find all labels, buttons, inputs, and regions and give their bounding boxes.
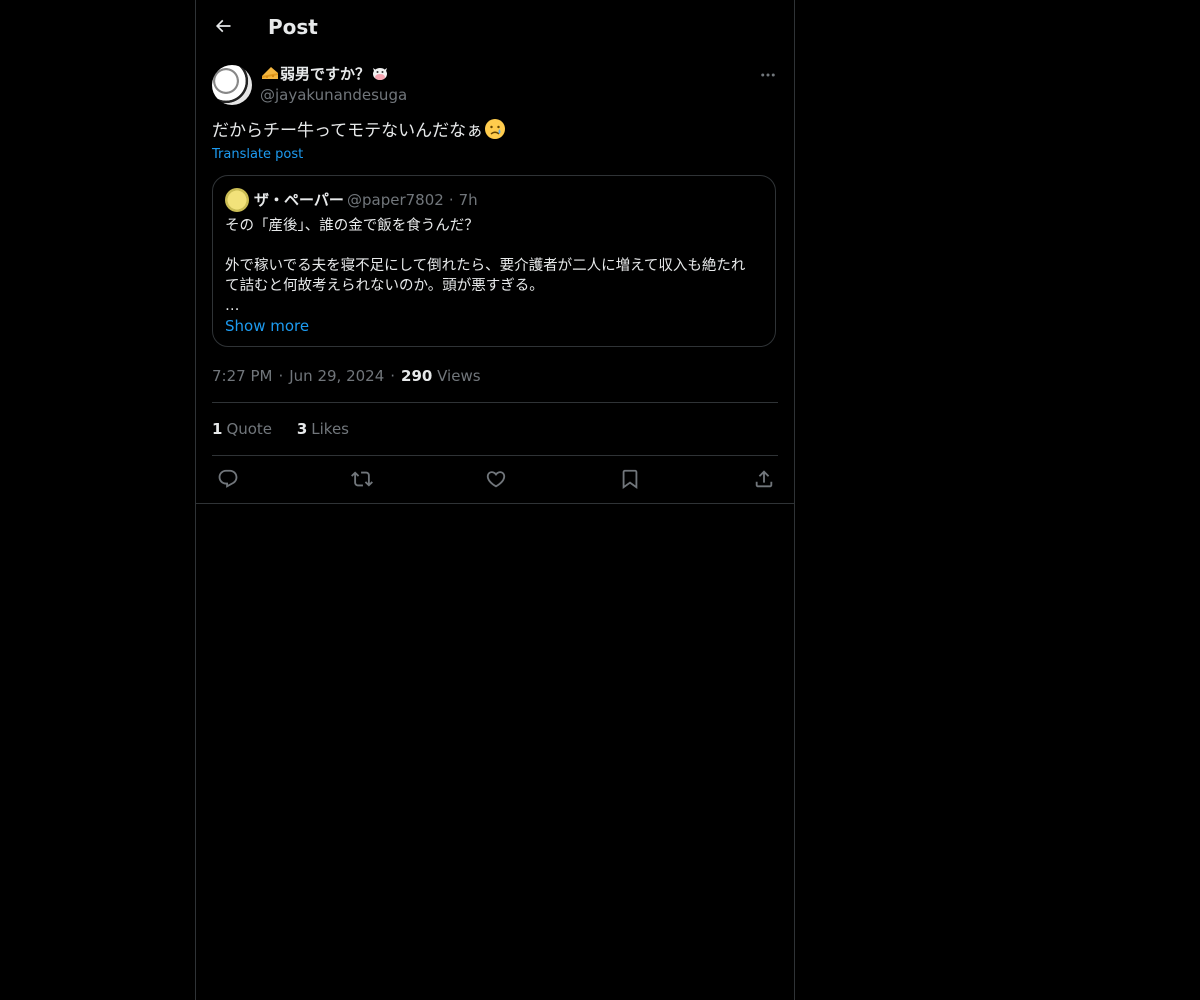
post-stats: 1 Quote 3 Likes (212, 419, 369, 439)
share-button[interactable] (753, 468, 775, 490)
main-column: Post 弱男ですか？ @jayakunandesuga だからチー牛ってモテな… (195, 0, 795, 1000)
views-count: 290 (401, 367, 433, 385)
post-date[interactable]: Jun 29, 2024 (289, 367, 384, 385)
more-options-button[interactable] (756, 64, 780, 86)
post-bottom-border (196, 503, 794, 504)
cheese-emoji-icon (261, 64, 279, 82)
quoted-post-meta: @paper7802 · 7h (347, 190, 478, 210)
post-actions-bar (196, 456, 794, 502)
meta-separator: · (390, 367, 396, 385)
post-text-body: だからチー牛ってモテないんだなぁ (212, 121, 484, 141)
quotes-count: 1 (212, 420, 223, 438)
likes-count: 3 (296, 420, 308, 438)
meta-separator: · (278, 367, 284, 385)
reply-button[interactable] (217, 468, 239, 490)
post-timestamp: 7:27 PM · Jun 29, 2024 · 290 Views (212, 366, 481, 386)
quoted-author-name: ザ・ペーパー (254, 191, 344, 209)
more-dots-icon (759, 66, 777, 84)
page-title: Post (268, 15, 318, 39)
quotes-label: Quote (226, 420, 273, 438)
like-button[interactable] (485, 468, 507, 490)
quotes-stat[interactable]: 1 Quote (212, 420, 272, 438)
author-display-name[interactable]: 弱男ですか？ (260, 64, 390, 84)
back-button[interactable] (210, 13, 236, 39)
post-text: だからチー牛ってモテないんだなぁ (212, 118, 507, 144)
views-label: Views (437, 367, 481, 385)
bookmark-button[interactable] (619, 468, 641, 490)
quoted-author-handle: @paper7802 (347, 191, 444, 209)
quoted-line-3: て詰むと何故考えられないのか。頭が悪すぎる。 (225, 278, 544, 294)
bookmark-icon (619, 468, 641, 490)
repost-icon (351, 468, 373, 490)
quoted-post-age: 7h (458, 191, 478, 209)
like-icon (485, 468, 507, 490)
likes-stat[interactable]: 3 Likes (297, 420, 349, 438)
meta-separator: · (448, 191, 454, 209)
crying-face-emoji-icon (484, 118, 506, 140)
quoted-post-body: その「産後」、誰の金で飯を食うんだ？ 外で稼いでる夫を寝不足にして倒れたら、要介… (225, 216, 767, 316)
post-time[interactable]: 7:27 PM (212, 367, 272, 385)
translate-post-link[interactable]: Translate post (212, 146, 303, 164)
quoted-author-avatar (225, 188, 249, 212)
quoted-post-card[interactable]: ザ・ペーパー @paper7802 · 7h その「産後」、誰の金で飯を食うんだ？ … (212, 175, 776, 347)
divider (212, 402, 778, 403)
author-name-text: 弱男ですか？ (280, 65, 371, 83)
cow-face-emoji-icon (371, 64, 389, 82)
quoted-line-1: その「産後」、誰の金で飯を食うんだ？ (225, 218, 479, 234)
likes-label: Likes (311, 420, 349, 438)
author-avatar[interactable] (212, 65, 252, 105)
repost-button[interactable] (351, 468, 373, 490)
reply-icon (217, 468, 239, 490)
author-handle[interactable]: @jayakunandesuga (260, 85, 407, 105)
show-more-link[interactable]: Show more (225, 316, 309, 336)
share-icon (753, 468, 775, 490)
quoted-line-2: 外で稼いでる夫を寝不足にして倒れたら、要介護者が二人に増えて収入も絶たれ (225, 258, 746, 274)
back-arrow-icon (213, 16, 233, 36)
page-header: Post (196, 0, 794, 53)
quoted-ellipsis: … (225, 298, 240, 314)
